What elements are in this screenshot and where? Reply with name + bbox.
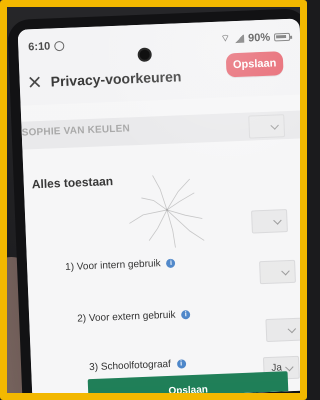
whatsapp-icon xyxy=(54,40,65,52)
internal-use-text: 1) Voor intern gebruik xyxy=(64,258,161,274)
info-icon: i xyxy=(166,258,176,268)
battery-icon xyxy=(273,32,291,41)
student-section: SOPHIE VAN KEULEN xyxy=(21,110,300,150)
external-use-label: 2) Voor extern gebruik i xyxy=(77,309,191,325)
student-name: SOPHIE VAN KEULEN xyxy=(21,123,131,139)
battery-fill xyxy=(276,34,287,38)
external-use-text: 2) Voor extern gebruik xyxy=(77,309,176,325)
page-title: Privacy-voorkeuren xyxy=(50,68,182,90)
battery-percentage: 90% xyxy=(247,31,271,45)
status-time: 6:10 xyxy=(28,40,51,54)
school-photographer-text: 3) Schoolfotograaf xyxy=(88,358,172,374)
external-use-select[interactable] xyxy=(265,317,300,343)
save-button[interactable]: Opslaan xyxy=(87,371,289,393)
phone: 6:10 ⌔ 90% × Privacy-voorkeuren Opslaan … xyxy=(7,8,300,393)
save-button-top[interactable]: Opslaan xyxy=(225,51,284,78)
section-select[interactable] xyxy=(248,114,286,139)
allow-all-label: Alles toestaan xyxy=(31,174,114,192)
status-left: 6:10 xyxy=(28,40,65,54)
internal-use-select[interactable] xyxy=(259,259,296,285)
chevron-down-icon xyxy=(287,324,297,334)
chevron-down-icon xyxy=(270,121,279,130)
close-icon: × xyxy=(27,68,43,97)
close-button[interactable]: × xyxy=(25,69,44,97)
preferences-content: SOPHIE VAN KEULEN Alles toestaan 1) Voor… xyxy=(20,94,300,393)
phone-screen: 6:10 ⌔ 90% × Privacy-voorkeuren Opslaan … xyxy=(17,18,300,393)
chevron-down-icon xyxy=(273,216,282,225)
chevron-down-icon xyxy=(285,362,294,372)
allow-all-select[interactable] xyxy=(251,209,288,234)
photo-frame: 6:10 ⌔ 90% × Privacy-voorkeuren Opslaan … xyxy=(0,0,307,400)
signal-icon xyxy=(233,34,245,43)
wifi-icon: ⌔ xyxy=(220,33,231,45)
info-icon: i xyxy=(181,310,191,320)
chevron-down-icon xyxy=(281,266,290,276)
internal-use-label: 1) Voor intern gebruik i xyxy=(65,258,176,273)
info-icon: i xyxy=(176,359,186,369)
school-photographer-label: 3) Schoolfotograaf i xyxy=(89,358,186,373)
status-right: ⌔ 90% xyxy=(220,30,291,46)
